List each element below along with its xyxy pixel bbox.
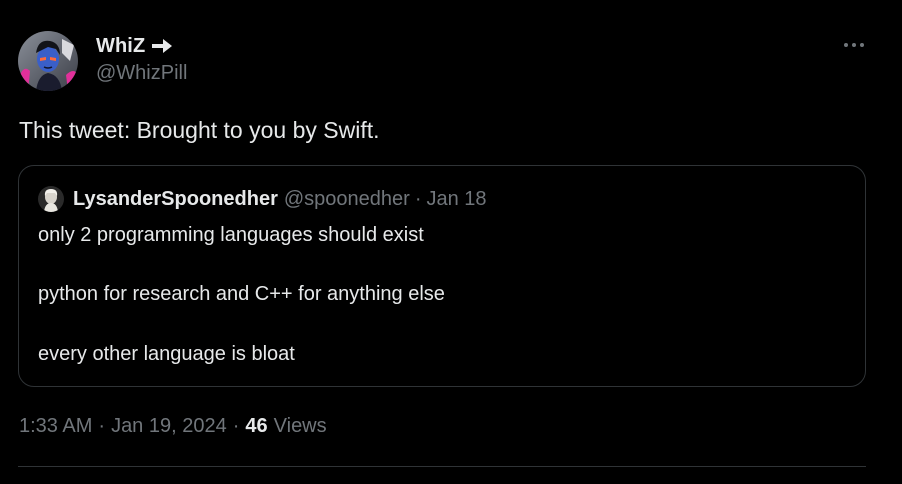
author-name[interactable]: WhiZ [96, 35, 145, 58]
tweet-text: This tweet: Brought to you by Swift. [19, 117, 380, 143]
quoted-author-handle[interactable]: @spoonedher [284, 188, 410, 211]
right-arrow-icon [151, 38, 173, 54]
quoted-text-line-1: only 2 programming languages should exis… [38, 224, 424, 246]
more-horizontal-icon [844, 43, 864, 47]
author-handle[interactable]: @WhizPill [96, 62, 187, 85]
quoted-tweet-card[interactable]: LysanderSpoonedher @spoonedher · Jan 18 … [18, 165, 866, 387]
quoted-avatar-image-icon [38, 186, 64, 212]
meta-separator: · [98, 415, 106, 437]
tweet-meta: 1:33 AM · Jan 19, 2024 · 46 Views [19, 415, 327, 438]
meta-separator-2: · [232, 415, 240, 437]
tweet-time[interactable]: 1:33 AM [19, 415, 92, 438]
quoted-author-name[interactable]: LysanderSpoonedher [73, 188, 278, 211]
quoted-text-line-2: python for research and C++ for anything… [38, 283, 445, 305]
author-name-row: WhiZ [96, 33, 173, 59]
author-avatar[interactable] [18, 31, 78, 91]
quoted-text-line-3: every other language is bloat [38, 343, 295, 365]
tweet-date[interactable]: Jan 19, 2024 [111, 415, 227, 438]
quoted-date[interactable]: Jan 18 [426, 188, 486, 211]
views-label: Views [273, 415, 327, 437]
more-options-button[interactable] [838, 32, 870, 58]
divider [18, 466, 866, 467]
avatar-image-icon [18, 31, 78, 91]
quoted-author-avatar[interactable] [38, 186, 64, 212]
quoted-separator: · [414, 187, 422, 210]
views-count: 46 [245, 415, 268, 437]
tweet: WhiZ @WhizPill This tweet: Brought to yo… [0, 0, 902, 484]
quoted-tweet-header: LysanderSpoonedher @spoonedher · Jan 18 [38, 186, 487, 212]
